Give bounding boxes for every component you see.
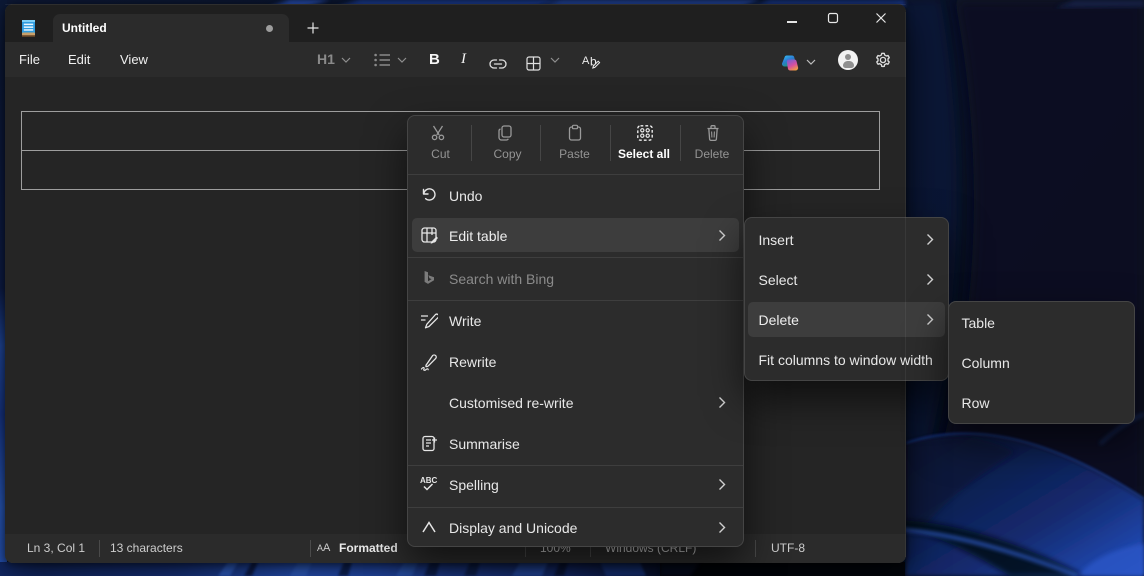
svg-text:A: A <box>582 55 590 67</box>
svg-text:ABC: ABC <box>420 476 438 485</box>
